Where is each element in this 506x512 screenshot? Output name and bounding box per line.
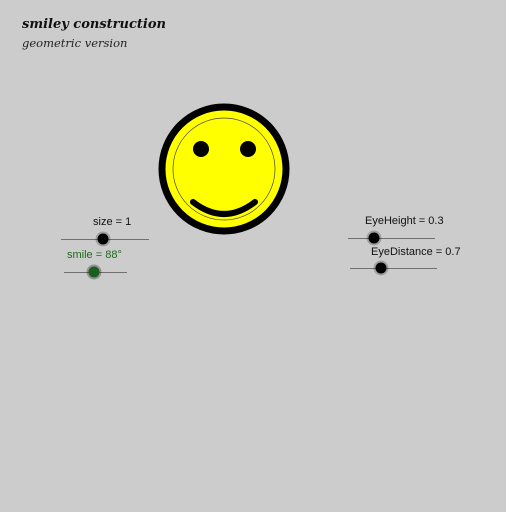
eye-distance-slider-label: EyeDistance = 0.7	[371, 246, 461, 258]
left-eye	[193, 141, 209, 157]
size-slider-handle[interactable]	[97, 233, 109, 245]
eye-height-slider-handle[interactable]	[368, 232, 380, 244]
size-slider-label: size = 1	[93, 216, 132, 228]
right-eye	[240, 141, 256, 157]
eye-distance-slider-handle[interactable]	[375, 262, 387, 274]
eye-height-slider-label: EyeHeight = 0.3	[365, 215, 444, 227]
eye-distance-slider-track[interactable]	[350, 268, 437, 269]
smile-slider-handle[interactable]	[88, 266, 100, 278]
eye-height-slider-track[interactable]	[348, 238, 435, 239]
smile-slider-label: smile = 88°	[67, 249, 122, 261]
